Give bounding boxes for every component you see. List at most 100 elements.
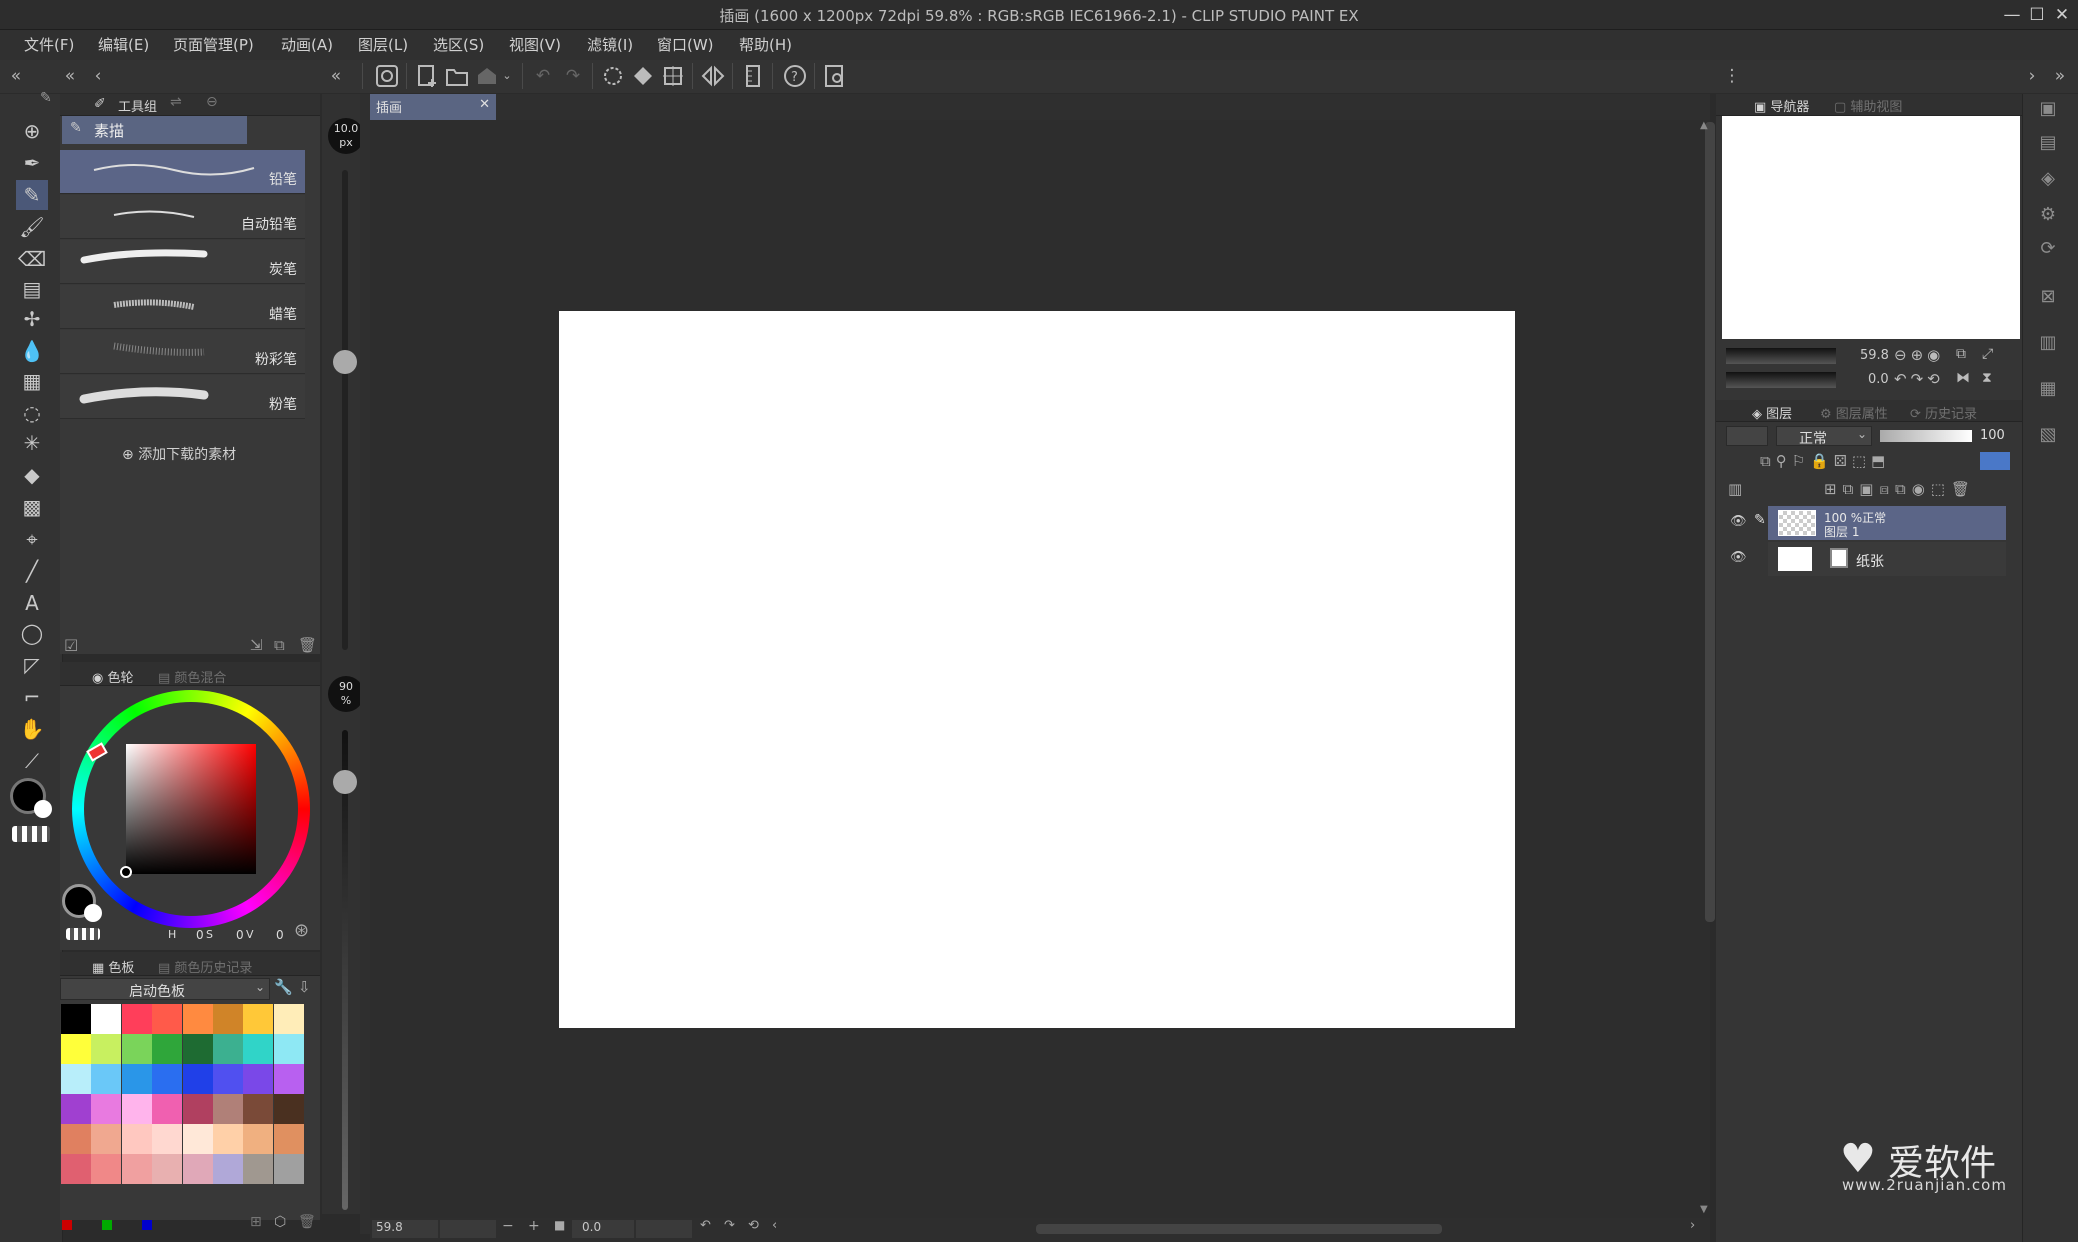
menu-help[interactable]: 帮助(H) (739, 34, 792, 55)
color-swatch[interactable] (243, 1034, 273, 1064)
scroll-down-icon[interactable]: ▼ (1700, 1204, 1708, 1215)
navigator-zoom-buttons[interactable]: ⊖⊕◉ (1894, 346, 1944, 364)
close-button[interactable]: ✕ (2050, 3, 2074, 27)
text-tool-icon[interactable]: A (16, 588, 48, 618)
redo-icon[interactable]: ↷ (560, 63, 586, 89)
brush-item-charcoal[interactable]: 炭笔 (60, 240, 305, 284)
reset-rotation-icon[interactable]: ⟲ (748, 1218, 759, 1233)
scroll-up-icon[interactable]: ▲ (1700, 120, 1708, 131)
menu-window[interactable]: 窗口(W) (657, 34, 714, 55)
transparent-color-icon[interactable] (12, 826, 50, 842)
zoom-out-icon[interactable]: − (502, 1218, 514, 1234)
rotate-right-icon[interactable]: ↷ (724, 1218, 735, 1233)
menu-edit[interactable]: 编辑(E) (98, 34, 149, 55)
sub-color-icon[interactable] (84, 904, 102, 922)
magic-wand-icon[interactable]: ✳ (16, 428, 48, 458)
color-swatch[interactable] (243, 1154, 273, 1184)
color-swatch[interactable] (61, 1154, 91, 1184)
color-swatch[interactable] (243, 1004, 273, 1034)
collapse-right-icon[interactable]: » (2050, 63, 2070, 89)
pencil-tool-icon[interactable]: ✎ (16, 180, 48, 210)
object-tool-icon[interactable]: ⌖ (16, 524, 48, 554)
color-swatch[interactable] (122, 1064, 152, 1094)
delete-icon[interactable]: 🗑 (298, 636, 317, 654)
brush-item-pastel[interactable]: 粉彩笔 (60, 330, 305, 374)
brush-size-slider[interactable] (333, 350, 357, 374)
color-swatch[interactable] (122, 1094, 152, 1124)
menu-file[interactable]: 文件(F) (24, 34, 74, 55)
navigator-panel-icon[interactable]: ▣ (2032, 94, 2064, 124)
line-tool-icon[interactable]: ╱ (16, 556, 48, 586)
scroll-left-icon[interactable]: ‹ (772, 1218, 777, 1233)
balloon-tool-icon[interactable]: ◯ (16, 618, 48, 648)
color-mode-icon[interactable]: ⊛ (294, 920, 309, 941)
drawing-canvas[interactable] (559, 311, 1515, 1028)
material-panel-icon[interactable]: ▧ (2032, 420, 2064, 450)
rotation-input[interactable]: 0.0 (572, 1220, 634, 1238)
color-swatch[interactable] (274, 1034, 304, 1064)
import-icon[interactable]: ⇩ (298, 978, 311, 996)
zoom-input[interactable]: 59.8 (372, 1220, 438, 1238)
tab-color-set[interactable]: ▦ 色板 (92, 957, 134, 976)
eraser-tool-icon[interactable]: ⌫ (16, 244, 48, 274)
correct-line-tool-icon[interactable]: ⌐ (16, 682, 48, 712)
opacity-track[interactable] (342, 730, 348, 1210)
tab-color-wheel[interactable]: ◉ 色轮 (92, 667, 134, 686)
maximize-button[interactable]: ☐ (2025, 3, 2049, 27)
color-swatch[interactable] (183, 1124, 213, 1154)
hand-tool-icon[interactable]: ✋ (16, 714, 48, 744)
material-panel-icon[interactable]: ▦ (2032, 374, 2064, 404)
tab-history[interactable]: ⟳ 历史记录 (1910, 403, 1977, 422)
pen-tool-icon[interactable]: ✒ (16, 148, 48, 178)
color-swatch[interactable] (122, 1004, 152, 1034)
color-swatch[interactable] (152, 1004, 182, 1034)
color-swatch[interactable] (61, 1034, 91, 1064)
layer-panel-menu-icon[interactable]: ▥ (1728, 480, 1742, 498)
collapse-left-icon[interactable]: « (6, 63, 26, 89)
color-swatch[interactable] (122, 1154, 152, 1184)
color-swatch[interactable] (213, 1034, 243, 1064)
color-swatch[interactable] (152, 1154, 182, 1184)
gradient-tool-icon[interactable]: ▩ (16, 492, 48, 522)
history-panel-icon[interactable]: ⟳ (2032, 234, 2064, 264)
add-swatch-icon[interactable]: ⊞ (250, 1214, 262, 1230)
color-swatch[interactable] (274, 1064, 304, 1094)
layer-opacity-slider[interactable] (1880, 430, 1972, 442)
material-panel-icon[interactable]: ⊠ (2032, 282, 2064, 312)
color-swatch[interactable] (274, 1154, 304, 1184)
ruler-tool-icon[interactable]: ◸ (16, 650, 48, 680)
fill-tool-icon[interactable]: ◆ (16, 460, 48, 490)
blend-tool-icon[interactable]: 💧 (16, 336, 48, 366)
layer-option-icons[interactable]: ⧉⚲⚐🔒⚄⬚⬒ (1760, 452, 1890, 470)
color-swatch[interactable] (213, 1124, 243, 1154)
color-swatch[interactable] (61, 1064, 91, 1094)
layer-color-select[interactable] (1726, 426, 1768, 446)
zoom-in-icon[interactable]: + (528, 1218, 540, 1234)
visibility-icon[interactable]: 👁 (1730, 514, 1747, 529)
select-all-icon[interactable] (600, 63, 626, 89)
vertical-scrollbar[interactable] (1705, 122, 1715, 922)
tool-settings-icon[interactable]: ☑ (64, 636, 78, 655)
actual-size-icon[interactable]: ⤢ (1982, 346, 1993, 362)
navigator-rotation-buttons[interactable]: ↶↷⟲ (1894, 370, 1944, 388)
color-marker[interactable] (120, 866, 132, 878)
sub-color-icon[interactable] (34, 800, 52, 818)
color-swatch[interactable] (91, 1094, 121, 1124)
collapse-left-icon[interactable]: « (326, 63, 346, 89)
tab-color-mix[interactable]: ▤ 颜色混合 (158, 667, 226, 686)
frame-tool-icon[interactable]: ▦ (16, 366, 48, 396)
layer-color-icon[interactable] (1980, 452, 2010, 470)
color-swatch[interactable] (183, 1034, 213, 1064)
menu-page-management[interactable]: 页面管理(P) (173, 34, 254, 55)
ruler-icon[interactable] (740, 63, 766, 89)
tab-sub-view[interactable]: ▢ 辅助视图 (1834, 96, 1902, 115)
color-swatch[interactable] (152, 1124, 182, 1154)
saturation-value-square[interactable] (126, 744, 256, 874)
tab-navigator[interactable]: ▣ 导航器 (1754, 96, 1809, 115)
color-swatch[interactable] (91, 1004, 121, 1034)
sub-tool-group-tab[interactable]: ✎ 素描 (62, 116, 247, 144)
color-swatch[interactable] (213, 1004, 243, 1034)
eyedropper-tool-icon[interactable]: ⟋ (16, 746, 48, 776)
color-swatch[interactable] (274, 1004, 304, 1034)
lasso-tool-icon[interactable]: ◌ (16, 398, 48, 428)
